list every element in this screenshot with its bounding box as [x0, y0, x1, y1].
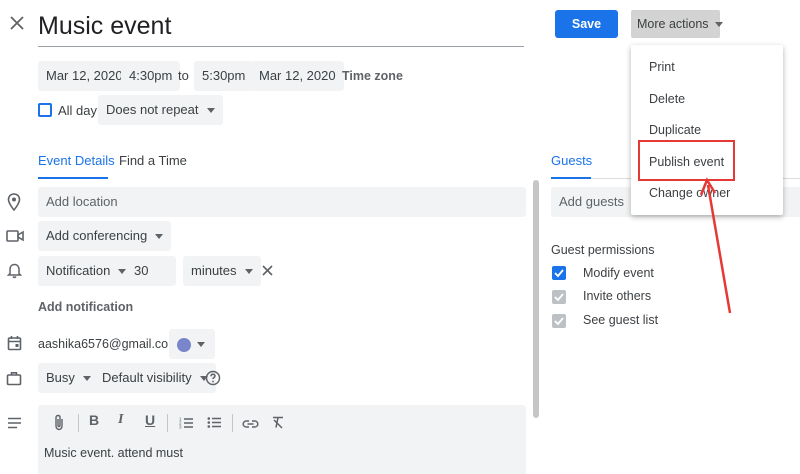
briefcase-icon: [6, 371, 22, 389]
attachment-icon[interactable]: [53, 414, 65, 434]
to-label: to: [178, 68, 189, 83]
see-guest-list-label: See guest list: [583, 313, 659, 327]
end-time-chip[interactable]: 5:30pm: [194, 61, 254, 91]
save-button[interactable]: Save: [555, 10, 618, 38]
details-scrollbar[interactable]: [533, 180, 539, 418]
location-pin-icon: [7, 193, 21, 214]
bold-icon[interactable]: B: [89, 412, 99, 428]
start-date-chip[interactable]: Mar 12, 2020: [38, 61, 131, 91]
toolbar-divider: [78, 414, 79, 432]
menu-item-delete[interactable]: Delete: [649, 92, 685, 106]
see-guest-list-checkbox[interactable]: [552, 314, 566, 328]
clear-formatting-icon[interactable]: [271, 416, 285, 432]
location-input[interactable]: Add location: [38, 187, 526, 217]
toolbar-divider: [167, 414, 168, 432]
guests-tab-indicator: [551, 177, 591, 179]
invite-others-checkbox[interactable]: [552, 290, 566, 304]
add-notification-button[interactable]: Add notification: [38, 300, 133, 314]
visibility-dropdown[interactable]: Default visibility: [94, 363, 216, 393]
remove-notification-icon[interactable]: [261, 264, 274, 280]
chevron-down-icon: [244, 269, 253, 275]
modify-event-checkbox[interactable]: [552, 266, 566, 280]
repeat-dropdown[interactable]: Does not repeat: [98, 95, 223, 125]
bulleted-list-icon[interactable]: [207, 416, 222, 432]
all-day-label: All day: [58, 103, 98, 118]
bell-icon: [6, 263, 23, 282]
all-day-checkbox[interactable]: [38, 103, 52, 117]
tab-indicator: [38, 177, 108, 179]
video-camera-icon: [6, 229, 24, 246]
calendar-icon: [7, 335, 22, 354]
chevron-down-icon: [206, 108, 215, 114]
guest-permissions-title: Guest permissions: [551, 243, 655, 257]
invite-others-label: Invite others: [583, 289, 652, 303]
tab-event-details[interactable]: Event Details: [38, 153, 115, 168]
italic-icon[interactable]: I: [118, 412, 123, 428]
timezone-button[interactable]: Time zone: [342, 69, 403, 83]
tab-guests[interactable]: Guests: [551, 153, 592, 168]
start-time-chip[interactable]: 4:30pm: [121, 61, 181, 91]
description-text: Music event. attend must: [44, 446, 183, 460]
menu-item-duplicate[interactable]: Duplicate: [649, 123, 701, 137]
help-icon[interactable]: [205, 370, 221, 389]
notification-type-dropdown[interactable]: Notification: [38, 256, 135, 286]
close-icon[interactable]: [8, 14, 26, 32]
description-icon: [7, 417, 22, 432]
end-date-chip[interactable]: Mar 12, 2020: [251, 61, 344, 91]
owner-email: aashika6576@gmail.com: [38, 337, 179, 351]
chevron-down-icon: [197, 342, 205, 348]
modify-event-label: Modify event: [583, 266, 654, 280]
more-actions-button[interactable]: More actions: [631, 10, 723, 38]
underline-icon[interactable]: U: [145, 412, 155, 428]
busy-dropdown[interactable]: Busy: [38, 363, 99, 393]
event-title-input[interactable]: Music event: [38, 8, 524, 47]
notification-unit-dropdown[interactable]: minutes: [183, 256, 261, 286]
numbered-list-icon[interactable]: 123: [179, 416, 194, 432]
annotation-arrow-icon: [695, 175, 740, 320]
event-title: Music event: [38, 12, 172, 40]
link-icon[interactable]: [242, 417, 259, 432]
conferencing-dropdown[interactable]: Add conferencing: [38, 221, 172, 251]
chevron-down-icon: [155, 234, 164, 240]
toolbar-divider: [232, 414, 233, 432]
notification-value-input[interactable]: 30: [126, 256, 176, 286]
svg-text:3: 3: [179, 425, 182, 430]
calendar-color-dropdown[interactable]: [169, 329, 215, 359]
chevron-down-icon: [82, 376, 91, 382]
calendar-color-dot: [177, 337, 191, 352]
menu-item-print[interactable]: Print: [649, 60, 675, 74]
chevron-down-icon: [714, 22, 723, 28]
tab-find-time[interactable]: Find a Time: [119, 153, 187, 168]
